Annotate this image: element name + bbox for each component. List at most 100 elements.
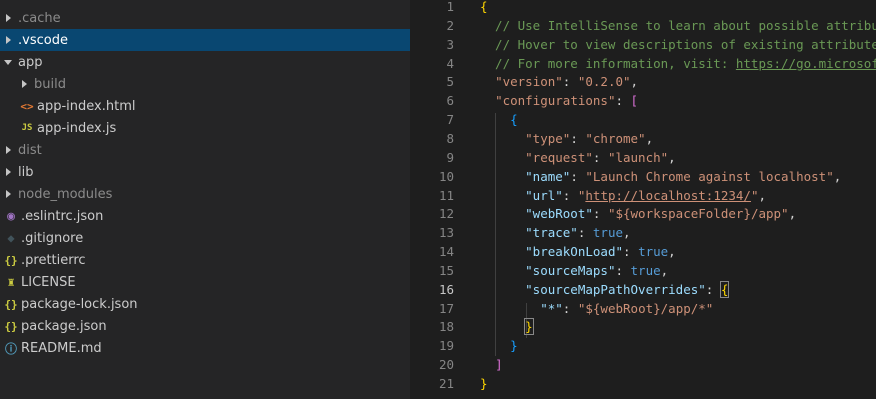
json-file-icon: {} xyxy=(4,253,18,267)
explorer-item[interactable]: ◉ .eslintrc.json xyxy=(0,205,414,227)
explorer-item[interactable]: ◆ .gitignore xyxy=(0,227,414,249)
code-token: "trace" xyxy=(525,225,578,241)
info-file-icon: ⓘ xyxy=(4,341,17,356)
code-token: true xyxy=(592,225,624,241)
code-line[interactable]: // Hover to view descriptions of existin… xyxy=(480,37,876,52)
code-line[interactable]: "version": "0.2.0", xyxy=(480,74,638,89)
code-line[interactable]: "*": "${webRoot}/app/*" xyxy=(480,301,713,316)
explorer-item-label: app xyxy=(18,54,43,70)
code-line[interactable]: "name": "Launch Chrome against localhost… xyxy=(480,169,841,184)
code-line[interactable]: "url": "http://localhost:1234/", xyxy=(480,188,766,203)
code-line[interactable]: "trace": true, xyxy=(480,225,630,241)
explorer-item-label: LICENSE xyxy=(21,274,76,290)
json-file-icon: {} xyxy=(4,319,18,333)
line-number: 12 xyxy=(438,206,454,222)
code-token: "${workspaceFolder}/app" xyxy=(607,206,789,222)
explorer-item-label: .prettierrc xyxy=(21,252,86,268)
explorer-item[interactable]: lib xyxy=(0,161,414,183)
chevron-right-icon xyxy=(4,145,14,155)
chevron-right-icon xyxy=(4,167,14,177)
code-token: "launch" xyxy=(607,149,669,165)
code-token: "sourceMapPathOverrides" xyxy=(525,281,706,297)
code-token: , xyxy=(668,244,676,260)
explorer-item-label: lib xyxy=(18,164,34,180)
code-token: [ xyxy=(630,93,639,109)
code-token: ] xyxy=(495,357,503,373)
explorer-item[interactable]: <> app-index.html xyxy=(0,95,430,117)
explorer-item[interactable]: JS app-index.js xyxy=(0,117,430,139)
explorer-item-label: node_modules xyxy=(18,186,113,202)
chevron-down-icon xyxy=(4,57,14,67)
line-number: 11 xyxy=(438,187,454,203)
explorer-item[interactable]: ♜ LICENSE xyxy=(0,271,414,293)
explorer-item[interactable]: build xyxy=(0,73,430,95)
code-token: : xyxy=(562,187,578,203)
code-token: true xyxy=(630,262,661,278)
code-line[interactable]: // Use IntelliSense to learn about possi… xyxy=(480,18,876,33)
code-token: "Launch Chrome against localhost" xyxy=(585,168,834,184)
line-number: 20 xyxy=(438,357,454,373)
explorer-item[interactable]: ⓘ README.md xyxy=(0,337,414,359)
code-line[interactable]: { xyxy=(480,112,518,127)
code-token: http://localhost:1234/ xyxy=(585,187,751,203)
line-number: 19 xyxy=(438,338,454,354)
code-token: " xyxy=(750,187,759,203)
line-number: 21 xyxy=(438,376,454,391)
code-token: } xyxy=(480,376,488,391)
eslint-file-icon: ◉ xyxy=(7,208,15,224)
explorer-item[interactable]: node_modules xyxy=(0,183,414,205)
chevron-right-icon xyxy=(4,189,14,199)
explorer-item[interactable]: dist xyxy=(0,139,414,161)
code-line[interactable]: } xyxy=(480,318,534,336)
code-line[interactable]: "request": "launch", xyxy=(480,150,676,165)
code-line[interactable]: // For more information, visit: https://… xyxy=(480,56,876,71)
explorer-item[interactable]: .cache xyxy=(0,7,414,29)
code-token: // Use IntelliSense to learn about possi… xyxy=(480,17,876,33)
code-line[interactable]: ] xyxy=(480,357,503,372)
explorer-panel: .cache .vscode app build <> app-index.html JS a… xyxy=(0,0,414,399)
code-token: https://go.microsoft.com/fwlink/?linkid=… xyxy=(735,55,876,71)
explorer-item[interactable]: .vscode xyxy=(0,29,414,51)
line-number: 3 xyxy=(446,36,454,52)
line-number: 7 xyxy=(446,112,454,128)
explorer-item-label: package-lock.json xyxy=(21,296,138,312)
code-token: "request" xyxy=(525,149,593,165)
code-line[interactable]: "breakOnLoad": true, xyxy=(480,244,676,259)
explorer-item[interactable]: {} package-lock.json xyxy=(0,293,414,315)
code-token: , xyxy=(645,130,654,146)
code-line[interactable]: "sourceMapPathOverrides": { xyxy=(480,280,730,298)
code-editor[interactable]: 1 {2 // Use IntelliSense to learn about p… xyxy=(410,0,876,399)
json-file-icon: {} xyxy=(4,297,18,311)
code-line[interactable]: "type": "chrome", xyxy=(480,131,653,146)
code-token: "url" xyxy=(525,187,563,203)
code-line[interactable]: { xyxy=(480,0,488,14)
code-token: , xyxy=(758,187,767,203)
code-line[interactable]: } xyxy=(480,376,488,391)
code-token: "webRoot" xyxy=(525,206,593,222)
code-line[interactable]: "webRoot": "${workspaceFolder}/app", xyxy=(480,206,796,221)
line-number: 15 xyxy=(438,262,454,278)
code-line[interactable]: "sourceMaps": true, xyxy=(480,263,668,278)
code-token: : xyxy=(570,130,586,146)
explorer-item[interactable]: app xyxy=(0,51,414,73)
line-number: 10 xyxy=(438,168,454,184)
code-token: : xyxy=(562,300,578,316)
explorer-item-label: app-index.html xyxy=(37,98,136,114)
code-token: "name" xyxy=(525,168,571,184)
code-line[interactable]: "configurations": [ xyxy=(480,93,638,108)
code-token: // Hover to view descriptions of existin… xyxy=(480,36,876,52)
explorer-item[interactable]: {} .prettierrc xyxy=(0,249,414,271)
explorer-item-label: .eslintrc.json xyxy=(21,208,104,224)
explorer-item[interactable]: {} package.json xyxy=(0,315,414,337)
code-line[interactable]: } xyxy=(480,338,518,353)
